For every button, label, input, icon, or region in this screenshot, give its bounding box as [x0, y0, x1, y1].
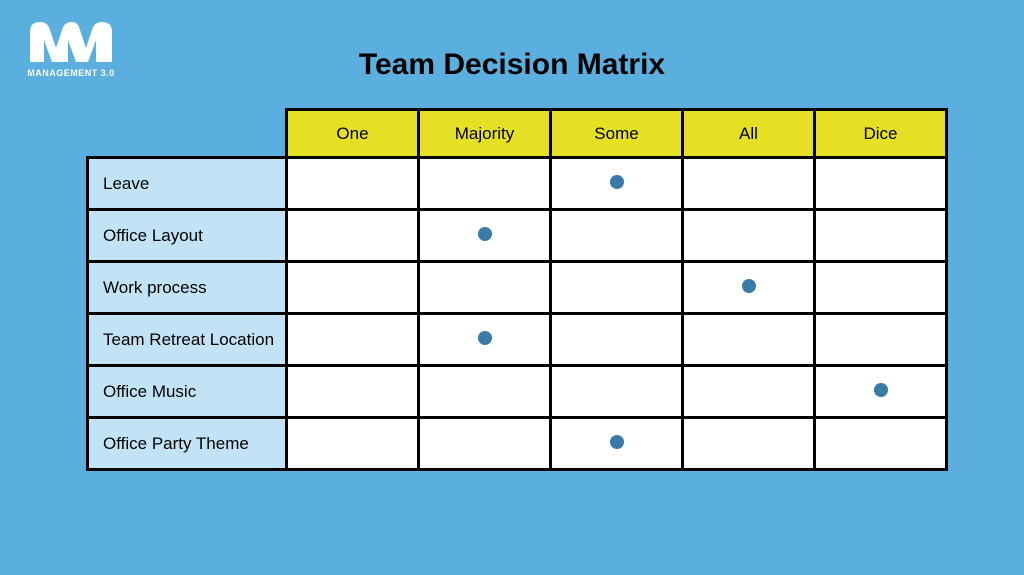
matrix-cell	[683, 418, 815, 470]
matrix-cell	[683, 314, 815, 366]
decision-matrix-table: One Majority Some All Dice LeaveOffice L…	[86, 108, 948, 471]
matrix-cell	[419, 314, 551, 366]
col-header-some: Some	[551, 110, 683, 158]
matrix-cell	[551, 158, 683, 210]
matrix-cell	[419, 262, 551, 314]
matrix-cell	[683, 158, 815, 210]
matrix-cell	[815, 314, 947, 366]
matrix-cell	[551, 262, 683, 314]
matrix-cell	[683, 366, 815, 418]
row-header: Team Retreat Location	[88, 314, 287, 366]
selection-dot-icon	[478, 331, 492, 345]
selection-dot-icon	[610, 435, 624, 449]
matrix-cell	[419, 210, 551, 262]
matrix-cell	[419, 418, 551, 470]
matrix-cell	[815, 210, 947, 262]
row-header: Office Layout	[88, 210, 287, 262]
row-header: Office Music	[88, 366, 287, 418]
matrix-cell	[287, 210, 419, 262]
matrix-cell	[551, 366, 683, 418]
matrix-cell	[815, 262, 947, 314]
selection-dot-icon	[478, 227, 492, 241]
matrix-cell	[551, 418, 683, 470]
matrix-cell	[287, 366, 419, 418]
row-header: Leave	[88, 158, 287, 210]
matrix-cell	[287, 314, 419, 366]
selection-dot-icon	[610, 175, 624, 189]
matrix-cell	[551, 314, 683, 366]
col-header-majority: Majority	[419, 110, 551, 158]
table-row: Work process	[88, 262, 947, 314]
page-title: Team Decision Matrix	[0, 48, 1024, 82]
matrix-cell	[419, 366, 551, 418]
row-header: Work process	[88, 262, 287, 314]
col-header-dice: Dice	[815, 110, 947, 158]
matrix-cell	[419, 158, 551, 210]
matrix-cell	[287, 158, 419, 210]
table-row: Office Party Theme	[88, 418, 947, 470]
matrix-cell	[683, 262, 815, 314]
table-row: Office Music	[88, 366, 947, 418]
blank-corner	[88, 110, 287, 158]
table-row: Leave	[88, 158, 947, 210]
row-header: Office Party Theme	[88, 418, 287, 470]
table-row: Office Layout	[88, 210, 947, 262]
matrix-cell	[287, 418, 419, 470]
matrix-cell	[287, 262, 419, 314]
matrix-cell	[551, 210, 683, 262]
col-header-all: All	[683, 110, 815, 158]
matrix-cell	[815, 418, 947, 470]
matrix-cell	[815, 366, 947, 418]
col-header-one: One	[287, 110, 419, 158]
selection-dot-icon	[874, 383, 888, 397]
table-row: Team Retreat Location	[88, 314, 947, 366]
selection-dot-icon	[742, 279, 756, 293]
matrix-cell	[683, 210, 815, 262]
matrix-cell	[815, 158, 947, 210]
